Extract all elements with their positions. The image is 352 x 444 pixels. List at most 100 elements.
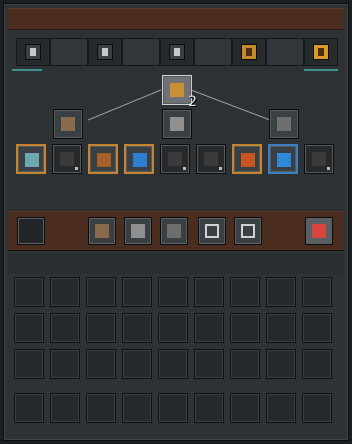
shadow-creature-icon	[312, 152, 326, 166]
inventory-slot[interactable]	[14, 393, 44, 423]
skill-tree: 2	[8, 70, 344, 210]
inventory-slot[interactable]	[230, 277, 260, 307]
tab-spacer	[194, 38, 232, 66]
tree-root-node[interactable]: 2	[162, 75, 197, 110]
flame-beast-node[interactable]	[88, 144, 118, 174]
inventory-slot[interactable]	[158, 277, 188, 307]
hammer-node[interactable]	[53, 109, 83, 139]
tab-scroll[interactable]	[88, 38, 122, 66]
skull-blade-node[interactable]	[162, 109, 192, 139]
inventory-slot[interactable]	[266, 349, 296, 379]
blue-crescent-icon	[277, 153, 291, 167]
rune-node[interactable]	[16, 144, 46, 174]
sword-icon	[25, 44, 41, 60]
inventory-slot[interactable]	[158, 393, 188, 423]
ring-button-2[interactable]	[234, 217, 262, 245]
tab-pillar[interactable]	[232, 38, 266, 66]
tab-spacer	[266, 38, 304, 66]
crescent-node[interactable]	[268, 144, 298, 174]
inventory-slot[interactable]	[122, 349, 152, 379]
tab-sword[interactable]	[16, 38, 50, 66]
blue-moon-icon	[133, 153, 147, 167]
inventory-slot[interactable]	[122, 277, 152, 307]
tab-spacer	[50, 38, 88, 66]
empty-slot[interactable]	[17, 217, 45, 245]
ring-icon	[241, 224, 255, 238]
inventory-slot[interactable]	[266, 277, 296, 307]
inventory-slot[interactable]	[266, 393, 296, 423]
inventory-slot[interactable]	[266, 313, 296, 343]
shadow-node-1[interactable]	[52, 144, 82, 174]
shadow-creature-icon	[168, 152, 182, 166]
lock-dot	[327, 167, 330, 170]
title-bar	[8, 8, 344, 30]
shadow-creature-icon	[204, 152, 218, 166]
hammer-icon	[95, 224, 109, 238]
inventory-slot[interactable]	[122, 313, 152, 343]
rifle-icon	[167, 224, 181, 238]
tab-crown[interactable]	[304, 38, 338, 66]
inventory-slot[interactable]	[230, 349, 260, 379]
shadow-creature-icon	[60, 152, 74, 166]
inventory-slot[interactable]	[122, 393, 152, 423]
tab-spacer	[122, 38, 160, 66]
ring-button-1[interactable]	[198, 217, 226, 245]
inventory-slot[interactable]	[302, 349, 332, 379]
inventory-slot[interactable]	[50, 349, 80, 379]
crown-icon	[313, 44, 329, 60]
hammer-icon	[61, 117, 75, 131]
rifle-node[interactable]	[269, 109, 299, 139]
inventory-slot[interactable]	[14, 349, 44, 379]
treasure-chest-icon	[170, 83, 184, 97]
skull-blade-icon	[131, 224, 145, 238]
inventory-slot[interactable]	[50, 393, 80, 423]
star-scroll-icon	[97, 44, 113, 60]
skull-blade-button[interactable]	[124, 217, 152, 245]
sparkle-wand-icon	[169, 44, 185, 60]
inventory-slot[interactable]	[14, 277, 44, 307]
inventory-slot[interactable]	[230, 313, 260, 343]
inventory-slot[interactable]	[230, 393, 260, 423]
inventory-slot[interactable]	[50, 313, 80, 343]
inventory-slot[interactable]	[86, 349, 116, 379]
inventory-slot[interactable]	[302, 313, 332, 343]
lava-node[interactable]	[232, 144, 262, 174]
inventory-slot[interactable]	[14, 313, 44, 343]
lava-creature-icon	[241, 153, 255, 167]
rifle-icon	[277, 117, 291, 131]
inventory-slot[interactable]	[302, 393, 332, 423]
tab-wand[interactable]	[160, 38, 194, 66]
inventory-slot[interactable]	[194, 349, 224, 379]
lock-dot	[183, 167, 186, 170]
inventory-slot[interactable]	[194, 393, 224, 423]
shadow-node-3[interactable]	[196, 144, 226, 174]
ring-icon	[205, 224, 219, 238]
inventory-grid	[14, 277, 342, 433]
inventory-header	[8, 254, 344, 274]
inventory-slot[interactable]	[158, 313, 188, 343]
root-count: 2	[188, 94, 197, 110]
lock-dot	[75, 167, 78, 170]
inventory-slot[interactable]	[86, 393, 116, 423]
inventory-slot[interactable]	[194, 277, 224, 307]
undo-button[interactable]	[305, 217, 333, 245]
hammer-button[interactable]	[88, 217, 116, 245]
shadow-node-4[interactable]	[304, 144, 334, 174]
moon-orb-node[interactable]	[124, 144, 154, 174]
flame-beast-icon	[97, 153, 111, 167]
rifle-button[interactable]	[160, 217, 188, 245]
inventory-slot[interactable]	[158, 349, 188, 379]
inventory-slot[interactable]	[86, 277, 116, 307]
inventory-slot[interactable]	[86, 313, 116, 343]
rune-icon	[25, 153, 39, 167]
gold-pillar-icon	[241, 44, 257, 60]
lock-dot	[219, 167, 222, 170]
red-return-icon	[312, 224, 326, 238]
inventory-slot[interactable]	[50, 277, 80, 307]
inventory-slot[interactable]	[194, 313, 224, 343]
skull-blade-icon	[170, 117, 184, 131]
inventory-slot[interactable]	[302, 277, 332, 307]
shadow-node-2[interactable]	[160, 144, 190, 174]
category-tabs	[12, 38, 340, 72]
action-bar	[8, 211, 344, 251]
